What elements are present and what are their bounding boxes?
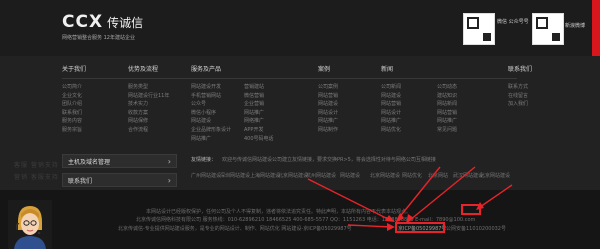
nav-link[interactable]: 网站建设 [381, 92, 401, 99]
logo-chinese: 传诚信 [107, 16, 144, 30]
nav-link[interactable]: 网站推广 [244, 109, 264, 116]
side-watermark-text-2: 营销 客服支持 [14, 174, 59, 181]
customer-service-avatar-icon[interactable] [8, 200, 52, 249]
nav-link[interactable]: 微信小程序 [191, 109, 216, 116]
nav-link[interactable]: 网站新闻 [437, 100, 457, 107]
logo-mark: CCX [62, 12, 104, 32]
host-domain-label: 主机及域名管理 [68, 158, 111, 166]
contact-us-label: 联系我们 [68, 177, 93, 185]
arrow-line-5 [479, 184, 513, 208]
nav-link[interactable]: 网站设计 [318, 109, 338, 116]
nav-link[interactable]: 联系方式 [508, 83, 528, 90]
arrow-line-2 [409, 166, 476, 221]
nav-link[interactable]: 公司案例 [318, 83, 338, 90]
nav-link[interactable]: 网络推广 [244, 117, 264, 124]
friend-link[interactable]: 深圳网站建设 [220, 172, 250, 179]
nav-link[interactable]: 网站推广 [437, 117, 457, 124]
nav-column-title[interactable]: 案例 [318, 64, 330, 73]
nav-link[interactable]: 网站建设行业11年 [128, 92, 169, 99]
nav-link[interactable]: 服务类型 [128, 83, 148, 90]
nav-link[interactable]: 合作流程 [128, 126, 148, 133]
nav-link[interactable]: 网站制作 [318, 126, 338, 133]
annotation-arrows [307, 166, 513, 231]
nav-link[interactable]: 网站建设开发 [191, 83, 221, 90]
arrow-head-4 [387, 223, 395, 231]
friend-link[interactable]: 广州网站建设 [191, 172, 221, 179]
logo-tagline: 网络营销整合服务 12年建站企业 [62, 35, 135, 41]
nav-link[interactable]: 建站知识 [437, 92, 457, 99]
wechat-qr-icon [463, 13, 495, 45]
nav-link[interactable]: 公司动态 [437, 83, 457, 90]
nav-link[interactable]: 公司新闻 [381, 83, 401, 90]
friend-links-title: 友情链接： [191, 157, 217, 163]
nav-link[interactable]: 营销建站 [244, 83, 264, 90]
friend-link[interactable]: 上海网站建设 [250, 172, 280, 179]
arrow-line-3 [307, 178, 393, 222]
arrow-line-4 [347, 224, 393, 228]
nav-column-title[interactable]: 关于我们 [62, 64, 86, 73]
nav-link[interactable]: 400号码电话 [244, 135, 274, 142]
nav-column-title[interactable]: 服务及产品 [191, 64, 221, 73]
arrow-head-1 [395, 213, 404, 223]
nav-link[interactable]: 网站营销 [437, 109, 457, 116]
site-logo[interactable]: CCX 传诚信 [62, 12, 143, 32]
nav-link[interactable]: 网站营销 [318, 92, 338, 99]
nav-link[interactable]: 网站建设 [191, 117, 211, 124]
nav-link[interactable]: 团队介绍 [62, 100, 82, 107]
nav-link[interactable]: 网站推广 [381, 117, 401, 124]
nav-link[interactable]: 微信营销 [244, 92, 264, 99]
nav-link[interactable]: 技术实力 [128, 100, 148, 107]
nav-link[interactable]: 网站推广 [318, 117, 338, 124]
side-red-tab[interactable] [592, 0, 600, 58]
nav-link[interactable]: 服务内容 [62, 117, 82, 124]
nav-link[interactable]: 企业文化 [62, 92, 82, 99]
nav-column-title[interactable]: 联系我们 [508, 64, 532, 73]
arrow-head-2 [406, 214, 414, 224]
nav-link[interactable]: 网站保修 [128, 117, 148, 124]
nav-link[interactable]: APP开发 [244, 126, 263, 133]
chevron-right-icon: › [167, 156, 171, 166]
nav-link[interactable]: 公众号 [191, 100, 206, 107]
nav-link[interactable]: 网站优化 [381, 126, 401, 133]
nav-link[interactable]: 服务宗旨 [62, 126, 82, 133]
chevron-right-icon: › [167, 175, 171, 185]
nav-link[interactable]: 企业营销 [244, 100, 264, 107]
nav-link[interactable]: 企业品牌形象设计 [191, 126, 231, 133]
nav-link[interactable]: 网站推广 [191, 135, 211, 142]
nav-link[interactable]: 手机营销网站 [191, 92, 221, 99]
nav-link[interactable]: 常见问题 [437, 126, 457, 133]
arrow-line-1 [397, 166, 441, 220]
nav-link[interactable]: 收款方案 [128, 109, 148, 116]
friend-links-desc: 欢迎与传诚信网站建设公司建立友情链接，要求交换PR>5，将会选择性对待与网络公司… [222, 157, 436, 163]
nav-link[interactable]: 联系我们 [62, 109, 82, 116]
nav-column-title[interactable]: 新闻 [381, 64, 393, 73]
contact-us-button[interactable]: 联系我们 › [62, 173, 177, 187]
wechat-qr-label: 微信 公众号号 [497, 19, 529, 25]
nav-link[interactable]: 在线留言 [508, 92, 528, 99]
side-watermark-text: 客服 营销支持 [14, 162, 59, 169]
nav-link[interactable]: 网站设计 [381, 109, 401, 116]
nav-column-title[interactable]: 优势及流程 [128, 64, 158, 73]
nav-divider [62, 78, 517, 79]
nav-link[interactable]: 网站建设 [318, 100, 338, 107]
nav-link[interactable]: 网站营销 [381, 100, 401, 107]
nav-link[interactable]: 公司简介 [62, 83, 82, 90]
arrow-head-5 [476, 202, 484, 210]
weibo-qr-icon [532, 13, 564, 45]
nav-link[interactable]: 加入我们 [508, 100, 528, 107]
host-domain-button[interactable]: 主机及域名管理 › [62, 154, 177, 168]
